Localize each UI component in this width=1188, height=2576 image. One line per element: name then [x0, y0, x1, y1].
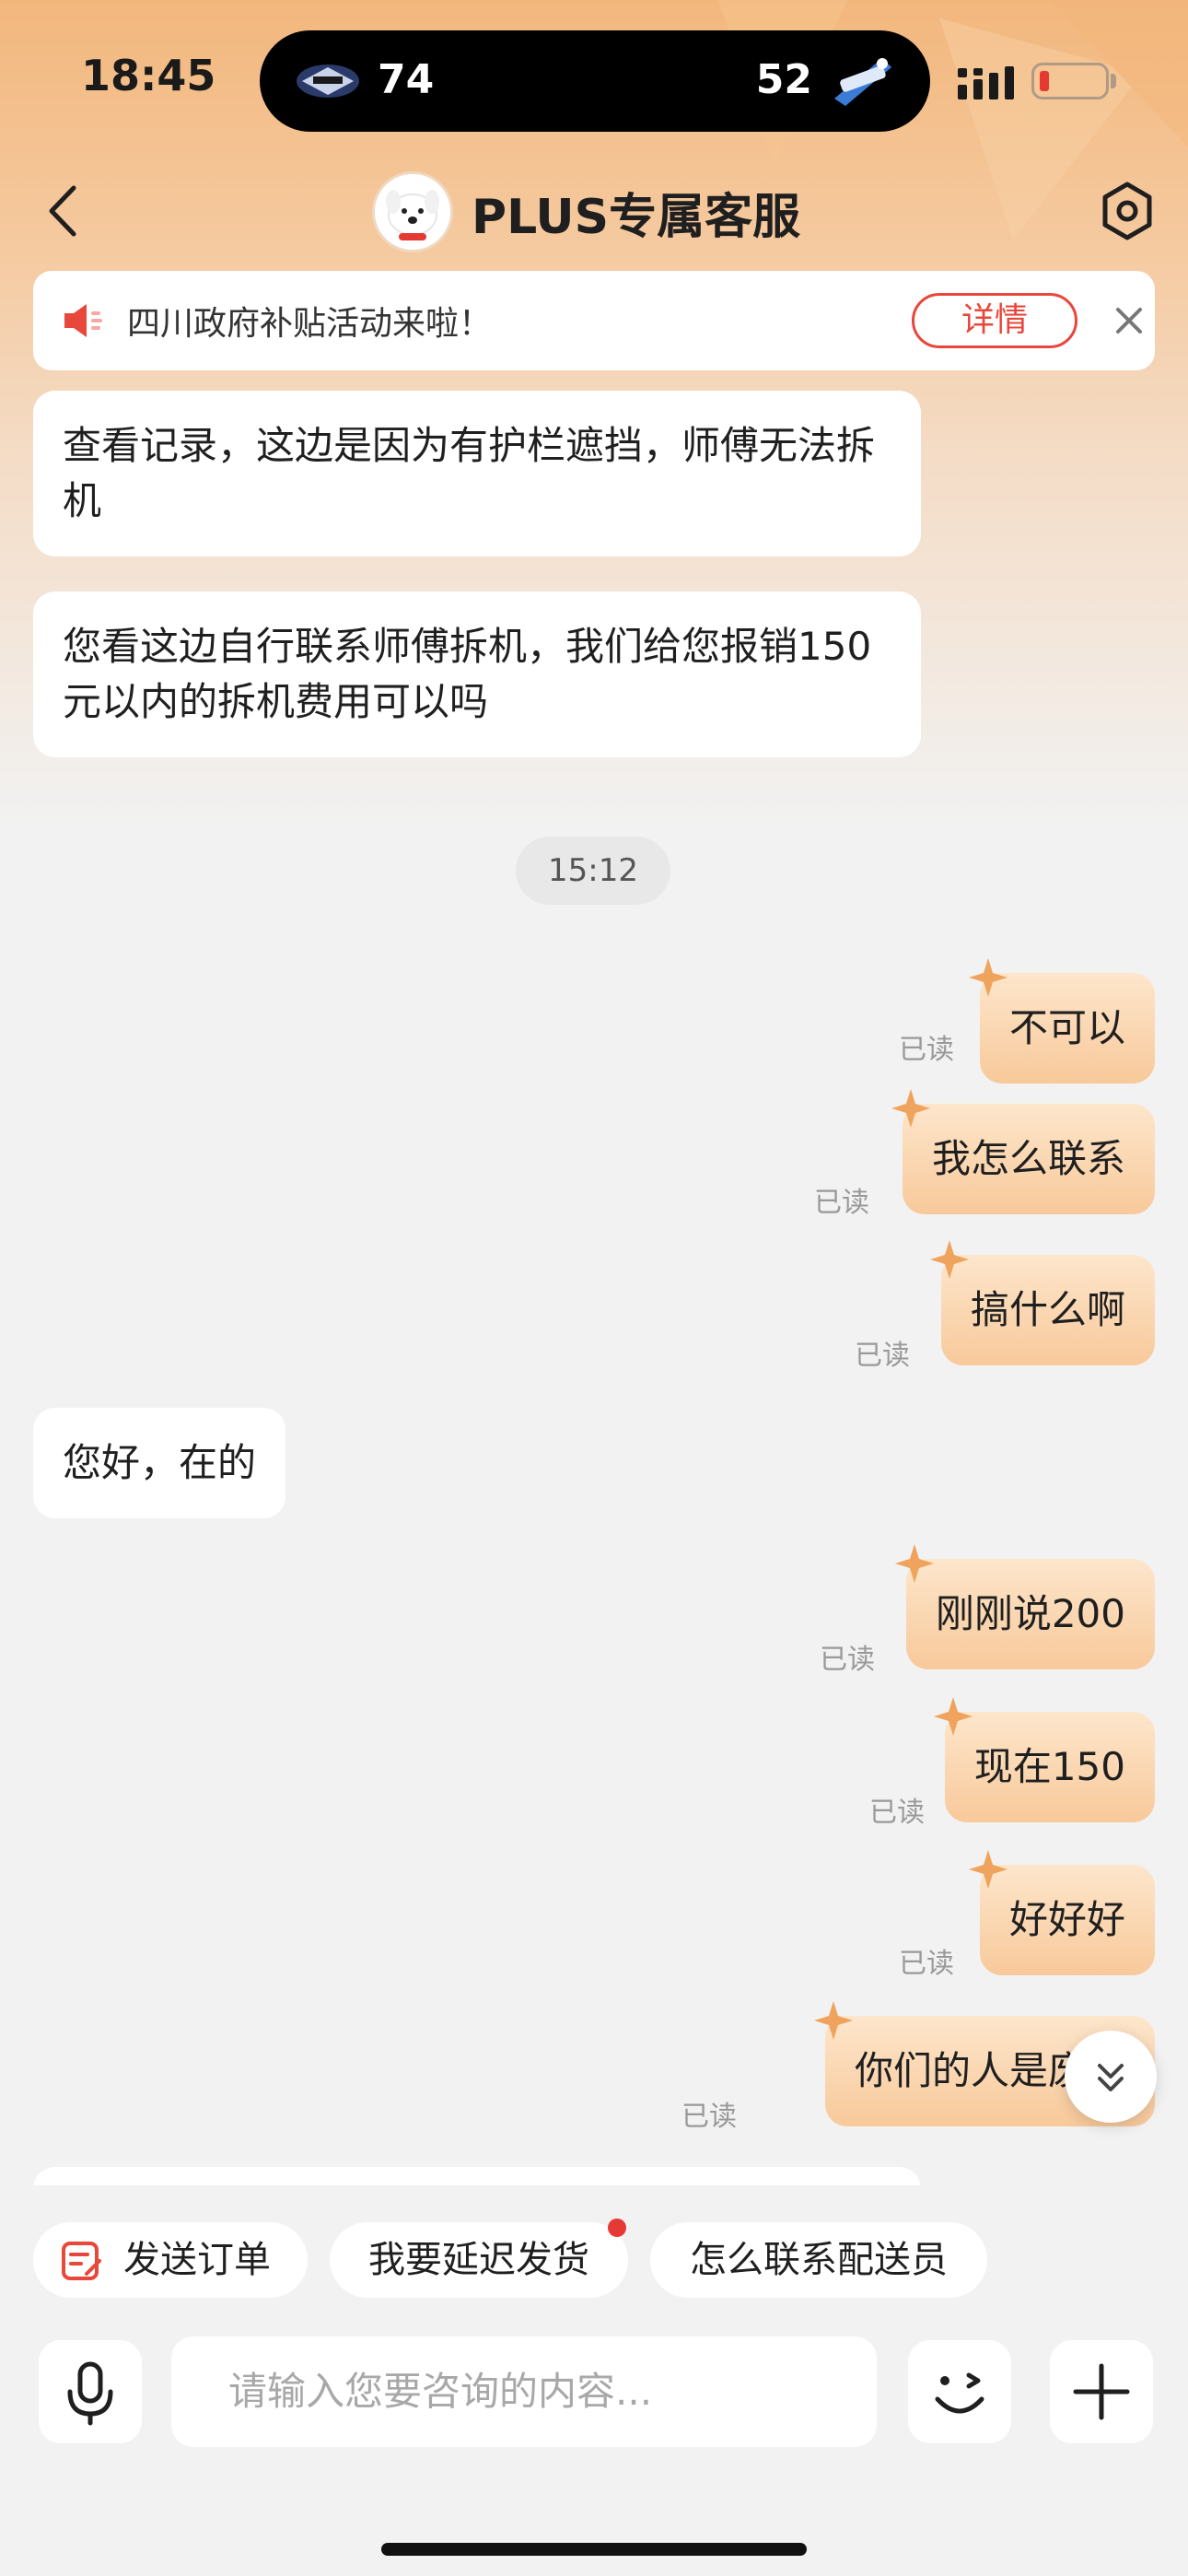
signal-icon — [958, 66, 1014, 100]
voice-button[interactable] — [39, 2340, 142, 2443]
order-icon — [62, 2242, 101, 2280]
star-sparkle-icon — [933, 1697, 973, 1736]
read-status: 已读 — [681, 2101, 737, 2133]
navigation-bar: PLUS专属客服 — [0, 157, 1188, 267]
message-bubble-agent[interactable]: 您看这边自行联系师傅拆机，我们给您报销150元以内的拆机费用可以吗 — [33, 591, 921, 757]
message-input[interactable]: 请输入您要咨询的内容... — [171, 2336, 877, 2447]
avatar — [372, 171, 453, 252]
read-status: 已读 — [820, 1644, 875, 1676]
message-bubble-self[interactable]: 刚刚说200 — [894, 1544, 1155, 1669]
chat-title[interactable]: PLUS专属客服 — [372, 170, 800, 254]
quick-reply-delay-shipping[interactable]: 我要延迟发货 — [330, 2219, 628, 2298]
star-sparkle-icon — [813, 2001, 853, 2040]
quick-reply-label: 怎么联系配送员 — [690, 2239, 948, 2281]
score-left: 74 — [378, 56, 435, 103]
quick-reply-label: 我要延迟发货 — [368, 2239, 589, 2281]
quick-reply-bar: 发送订单 我要延迟发货 怎么联系配送员 — [0, 2185, 1188, 2333]
star-sparkle-icon — [894, 1544, 934, 1583]
message-bubble-agent[interactable]: 查看记录，这边是因为有护栏遮挡，师傅无法拆机 — [33, 391, 921, 556]
quick-reply-label: 发送订单 — [123, 2239, 271, 2281]
emoji-button[interactable] — [908, 2340, 1011, 2443]
read-status: 已读 — [899, 1948, 954, 1980]
notice-detail-button[interactable]: 详情 — [912, 293, 1077, 348]
read-status: 已读 — [814, 1187, 869, 1219]
microphone-icon — [67, 2361, 113, 2426]
message-text: 刚刚说200 — [935, 1591, 1125, 1636]
speaker-icon — [64, 304, 102, 337]
input-bar: 请输入您要咨询的内容... — [0, 2333, 1188, 2576]
message-bubble-self[interactable]: 我怎么联系 — [891, 1089, 1155, 1214]
quick-reply-send-order[interactable]: 发送订单 — [33, 2222, 308, 2298]
scroll-to-bottom-button[interactable] — [1065, 2031, 1157, 2123]
quick-reply-contact-courier[interactable]: 怎么联系配送员 — [650, 2222, 987, 2298]
team-logo-icon — [297, 64, 359, 98]
message-bubble-self[interactable]: 搞什么啊 — [929, 1240, 1155, 1365]
star-sparkle-icon — [968, 1850, 1007, 1889]
notification-dot — [608, 2219, 626, 2237]
message-bubble-agent[interactable]: 您好，在的 — [33, 1408, 286, 1518]
live-activity-island[interactable]: 74 52 — [260, 30, 930, 132]
clock: 18:45 — [81, 51, 216, 100]
message-text: 我怎么联系 — [931, 1136, 1125, 1181]
notice-banner[interactable]: 四川政府补贴活动来啦！ 详情 — [33, 271, 1155, 370]
double-chevron-down-icon — [1098, 2064, 1124, 2091]
message-text: 搞什么啊 — [970, 1287, 1125, 1332]
plus-button[interactable] — [1050, 2340, 1153, 2443]
battery-icon — [1031, 63, 1109, 100]
read-status: 已读 — [899, 1034, 954, 1066]
plus-icon — [1073, 2363, 1130, 2420]
mascot-dog-icon — [375, 174, 450, 250]
page-title: PLUS专属客服 — [472, 189, 801, 245]
read-status: 已读 — [855, 1340, 910, 1372]
read-status: 已读 — [869, 1797, 925, 1829]
message-text: 不可以 — [1008, 1005, 1125, 1050]
close-icon[interactable] — [1111, 302, 1147, 339]
chevron-left-icon[interactable] — [37, 179, 92, 243]
rockets-logo-icon — [834, 58, 891, 106]
star-sparkle-icon — [929, 1240, 969, 1279]
message-bubble-self[interactable]: 现在150 — [933, 1697, 1155, 1822]
home-indicator[interactable] — [381, 2543, 807, 2556]
timestamp-chip: 15:12 — [516, 837, 670, 905]
emoji-wink-icon — [935, 2372, 984, 2414]
notice-text: 四川政府补贴活动来啦！ — [127, 305, 493, 343]
message-text: 好好好 — [1008, 1897, 1125, 1942]
score-right: 52 — [755, 56, 812, 103]
settings-hex-icon[interactable] — [1098, 179, 1157, 243]
battery-cap — [1111, 74, 1116, 88]
message-bubble-self[interactable]: 不可以 — [968, 958, 1155, 1083]
star-sparkle-icon — [968, 958, 1007, 997]
star-sparkle-icon — [891, 1089, 930, 1128]
message-bubble-self[interactable]: 好好好 — [968, 1850, 1155, 1975]
status-bar: 18:45 74 52 — [0, 0, 1188, 157]
message-text: 现在150 — [973, 1744, 1125, 1789]
